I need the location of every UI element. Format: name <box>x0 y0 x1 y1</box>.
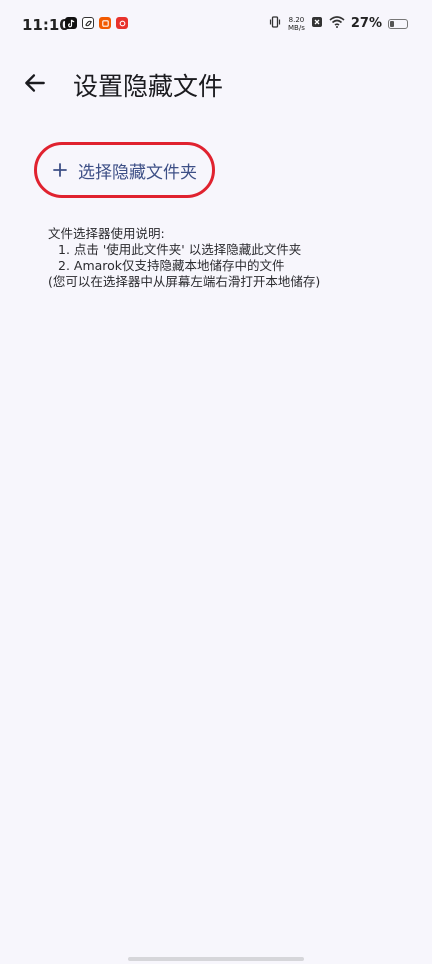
back-button[interactable] <box>18 66 52 100</box>
status-time: 11:10 <box>22 16 70 34</box>
network-speed: 8.20 MB/s <box>288 16 305 32</box>
battery-icon <box>388 18 408 29</box>
tiktok-icon <box>65 17 77 29</box>
arrow-left-icon <box>25 74 45 92</box>
instructions-note: (您可以在选择器中从屏幕左端右滑打开本地储存) <box>48 274 321 289</box>
plus-icon <box>53 163 67 177</box>
gesture-nav-handle[interactable] <box>128 957 304 961</box>
select-hidden-folder-label: 选择隐藏文件夹 <box>78 162 197 183</box>
taobao-icon <box>99 17 111 29</box>
status-right-group: 8.20 MB/s 27% <box>268 15 408 32</box>
battery-percent: 27% <box>350 16 382 31</box>
status-bar: 11:10 8.20 MB/s 27% <box>0 0 432 52</box>
no-sim-icon <box>311 16 323 31</box>
network-speed-unit: MB/s <box>288 23 305 32</box>
battery-level <box>390 20 394 27</box>
red-app-icon <box>116 17 128 29</box>
instructions-step-1: 1. 点击 '使用此文件夹' 以选择隐藏此文件夹 <box>58 242 302 257</box>
file-picker-instructions: 文件选择器使用说明: 1. 点击 '使用此文件夹' 以选择隐藏此文件夹 2. A… <box>48 226 320 290</box>
instructions-heading: 文件选择器使用说明: <box>48 226 165 241</box>
instructions-step-2: 2. Amarok仅支持隐藏本地储存中的文件 <box>58 258 285 273</box>
app-swirl-icon <box>82 17 94 29</box>
vibrate-icon <box>268 15 282 32</box>
select-hidden-folder-button[interactable]: 选择隐藏文件夹 <box>34 142 215 198</box>
network-speed-value: 8.20 <box>288 15 305 24</box>
notification-icons <box>65 17 128 29</box>
page-title: 设置隐藏文件 <box>73 72 224 101</box>
app-bar: 设置隐藏文件 <box>0 56 432 112</box>
wifi-icon <box>329 16 345 31</box>
